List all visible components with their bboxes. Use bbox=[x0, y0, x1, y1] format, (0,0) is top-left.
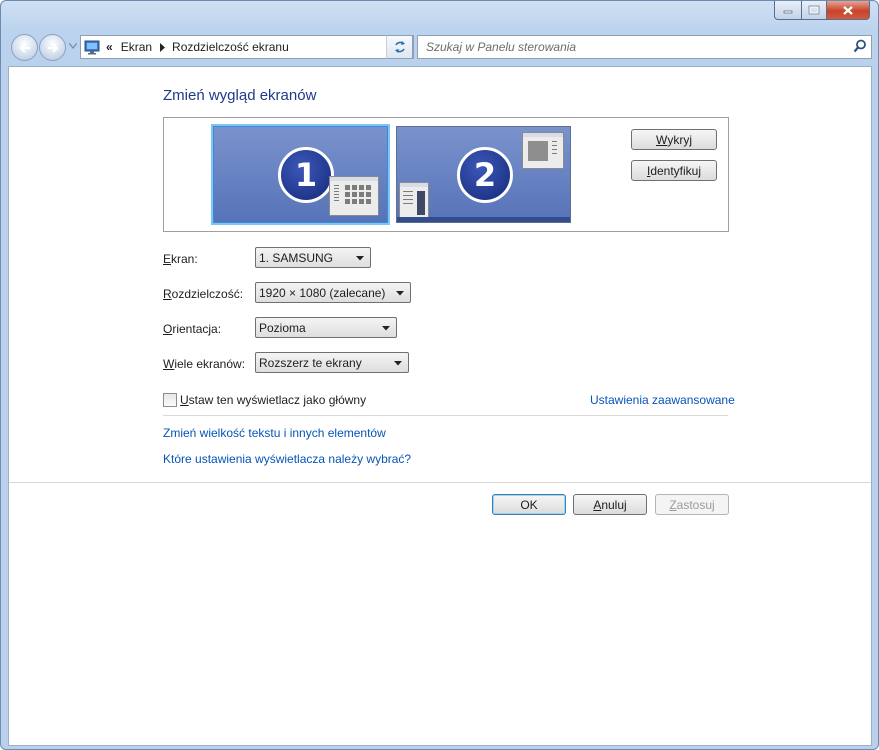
primary-display-label[interactable]: Ustaw ten wyświetlacz jako główny bbox=[180, 393, 366, 407]
multiple-displays-label: Wiele ekranów: bbox=[163, 357, 245, 371]
close-button[interactable] bbox=[827, 1, 870, 20]
resolution-value: 1920 × 1080 (zalecane) bbox=[259, 285, 386, 300]
monitor-1[interactable]: 1 bbox=[213, 126, 388, 223]
advanced-settings-link[interactable]: Ustawienia zaawansowane bbox=[590, 393, 735, 407]
display-help-link[interactable]: Które ustawienia wyświetlacza należy wyb… bbox=[163, 452, 411, 466]
display-label: Ekran: bbox=[163, 252, 198, 266]
primary-display-checkbox[interactable] bbox=[163, 393, 177, 407]
multiple-hotkey: W bbox=[163, 357, 175, 371]
breadcrumb-prefix[interactable]: « bbox=[106, 40, 113, 54]
resolution-select[interactable]: 1920 × 1080 (zalecane) bbox=[255, 282, 411, 303]
chevron-down-icon bbox=[394, 361, 402, 366]
identify-label: dentyfikuj bbox=[650, 163, 702, 178]
recent-pages-chevron-icon[interactable] bbox=[69, 43, 77, 49]
page-title: Zmień wygląd ekranów bbox=[163, 87, 317, 104]
multiple-label-text: iele ekranów: bbox=[174, 357, 246, 371]
maximize-icon bbox=[808, 5, 820, 15]
window-thumbnail-icon bbox=[399, 182, 429, 220]
display-panel-icon bbox=[84, 40, 100, 54]
forward-arrow-icon bbox=[47, 42, 59, 53]
display-hotkey: E bbox=[163, 252, 172, 266]
cancel-hotkey: A bbox=[593, 497, 602, 512]
apply-button[interactable]: Zastosuj bbox=[655, 494, 729, 515]
content-pane: Zmień wygląd ekranów 1 2 W ykryj I denty… bbox=[8, 66, 872, 746]
apply-label: astosuj bbox=[676, 497, 715, 512]
resolution-label-text: ozdzielczość: bbox=[171, 287, 244, 301]
identify-button[interactable]: Identyfikuj bbox=[631, 160, 717, 181]
window-thumbnail-icon bbox=[522, 132, 564, 169]
orientation-select[interactable]: Pozioma bbox=[255, 317, 397, 338]
primary-hotkey: U bbox=[180, 393, 189, 407]
refresh-button[interactable] bbox=[386, 35, 413, 59]
orientation-hotkey: O bbox=[163, 322, 173, 336]
taskbar-thumbnail bbox=[397, 217, 570, 222]
search-box[interactable]: Szukaj w Panelu sterowania bbox=[417, 35, 872, 59]
cancel-button[interactable]: Anuluj bbox=[573, 494, 647, 515]
monitor-arrangement-area: 1 2 W ykryj I dentyfikuj bbox=[163, 117, 729, 232]
resolution-label: Rozdzielczość: bbox=[163, 287, 243, 301]
primary-label-text: staw ten wyświetlacz jako główny bbox=[188, 393, 367, 407]
breadcrumb-separator-icon[interactable] bbox=[160, 42, 166, 52]
control-panel-window: « Ekran Rozdzielczość ekranu Szukaj w Pa… bbox=[0, 0, 879, 750]
breadcrumb-ekran[interactable]: Ekran bbox=[121, 40, 152, 54]
orientation-value: Pozioma bbox=[259, 320, 306, 335]
minimize-button[interactable] bbox=[774, 1, 802, 20]
display-value: 1. SAMSUNG bbox=[259, 250, 334, 265]
section-divider bbox=[163, 415, 728, 416]
orientation-label: Orientacja: bbox=[163, 322, 221, 336]
multiple-value: Rozszerz te ekrany bbox=[259, 355, 362, 370]
close-icon bbox=[843, 5, 853, 15]
detect-hotkey: W bbox=[656, 132, 668, 147]
back-button[interactable] bbox=[11, 34, 38, 61]
chevron-down-icon bbox=[356, 256, 364, 261]
search-icon[interactable] bbox=[853, 39, 867, 53]
caption-buttons bbox=[774, 1, 870, 20]
minimize-icon bbox=[783, 10, 793, 14]
back-arrow-icon bbox=[18, 42, 30, 53]
detect-label: ykryj bbox=[667, 132, 692, 147]
display-label-text: kran: bbox=[171, 252, 198, 266]
orientation-label-text: rientacja: bbox=[172, 322, 222, 336]
cancel-label: nuluj bbox=[601, 497, 627, 512]
breadcrumb-resolution[interactable]: Rozdzielczość ekranu bbox=[172, 40, 289, 54]
window-thumbnail-icon bbox=[329, 176, 379, 216]
chevron-down-icon bbox=[382, 326, 390, 331]
monitor-2[interactable]: 2 bbox=[396, 126, 571, 223]
chevron-down-icon bbox=[396, 291, 404, 296]
text-size-link[interactable]: Zmień wielkość tekstu i innych elementów bbox=[163, 426, 386, 440]
apply-hotkey: Z bbox=[669, 497, 677, 512]
multiple-displays-select[interactable]: Rozszerz te ekrany bbox=[255, 352, 409, 373]
address-bar[interactable]: « Ekran Rozdzielczość ekranu bbox=[80, 35, 414, 59]
ok-button[interactable]: OK bbox=[492, 494, 566, 515]
search-placeholder: Szukaj w Panelu sterowania bbox=[426, 40, 577, 54]
navigation-bar: « Ekran Rozdzielczość ekranu Szukaj w Pa… bbox=[9, 33, 872, 61]
forward-button[interactable] bbox=[39, 34, 66, 61]
footer-divider bbox=[9, 482, 871, 483]
refresh-icon bbox=[394, 41, 405, 53]
monitor-1-number: 1 bbox=[278, 147, 334, 203]
display-select[interactable]: 1. SAMSUNG bbox=[255, 247, 371, 268]
resolution-hotkey: R bbox=[163, 287, 172, 301]
maximize-button[interactable] bbox=[802, 1, 827, 20]
detect-button[interactable]: Wykryj bbox=[631, 129, 717, 150]
monitor-2-number: 2 bbox=[457, 147, 513, 203]
